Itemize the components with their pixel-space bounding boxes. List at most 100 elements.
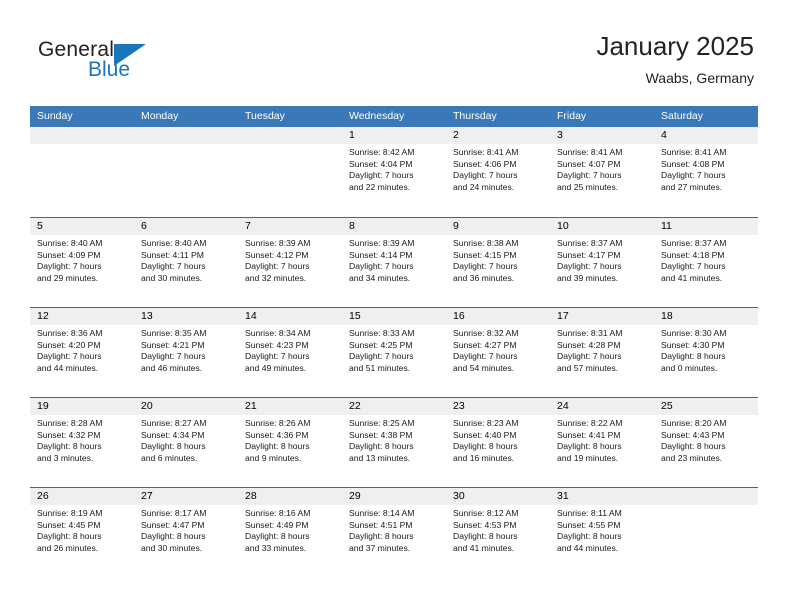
day-info-line: Sunset: 4:23 PM [245, 339, 309, 350]
calendar-day-cell-empty [134, 127, 238, 217]
weekday-header-wednesday: Wednesday [349, 110, 405, 122]
day-info-line: Sunset: 4:55 PM [557, 519, 621, 530]
calendar-day-cell[interactable]: 16 Sunrise: 8:32 AM Sunset: 4:27 PM Dayligh… [446, 308, 550, 397]
day-sun-info: Sunrise: 8:40 AM Sunset: 4:11 PM Daylight:… [134, 235, 238, 284]
day-number: 1 [342, 127, 446, 144]
calendar-day-cell[interactable]: 12 Sunrise: 8:36 AM Sunset: 4:20 PM Dayligh… [30, 308, 134, 397]
calendar-day-cell[interactable]: 27 Sunrise: 8:17 AM Sunset: 4:47 PM Dayligh… [134, 488, 238, 577]
day-info-line: Sunset: 4:53 PM [453, 519, 517, 530]
day-info-line: Sunset: 4:12 PM [245, 249, 309, 260]
day-number: 9 [446, 218, 550, 235]
calendar-day-cell[interactable]: 11 Sunrise: 8:37 AM Sunset: 4:18 PM Dayligh… [654, 218, 758, 307]
day-sun-info: Sunrise: 8:31 AM Sunset: 4:28 PM Daylight:… [550, 325, 654, 374]
day-sun-info [134, 144, 238, 147]
calendar-day-cell-empty [238, 127, 342, 217]
day-sun-info: Sunrise: 8:20 AM Sunset: 4:43 PM Daylight:… [654, 415, 758, 464]
day-sun-info: Sunrise: 8:39 AM Sunset: 4:12 PM Daylight:… [238, 235, 342, 284]
page-title: January 2025 [596, 31, 754, 61]
calendar-day-cell[interactable]: 29 Sunrise: 8:14 AM Sunset: 4:51 PM Dayligh… [342, 488, 446, 577]
day-info-line: Sunrise: 8:28 AM [37, 418, 103, 428]
calendar-day-cell[interactable]: 15 Sunrise: 8:33 AM Sunset: 4:25 PM Dayligh… [342, 308, 446, 397]
calendar-day-cell[interactable]: 8 Sunrise: 8:39 AM Sunset: 4:14 PM Daylight… [342, 218, 446, 307]
day-info-line: Sunrise: 8:36 AM [37, 328, 103, 338]
calendar-day-cell[interactable]: 31 Sunrise: 8:11 AM Sunset: 4:55 PM Dayligh… [550, 488, 654, 577]
calendar-day-cell[interactable]: 14 Sunrise: 8:34 AM Sunset: 4:23 PM Dayligh… [238, 308, 342, 397]
day-info-line: Sunrise: 8:34 AM [245, 328, 311, 338]
calendar-day-cell[interactable]: 30 Sunrise: 8:12 AM Sunset: 4:53 PM Dayligh… [446, 488, 550, 577]
calendar-day-cell[interactable]: 25 Sunrise: 8:20 AM Sunset: 4:43 PM Dayligh… [654, 398, 758, 487]
day-sun-info: Sunrise: 8:37 AM Sunset: 4:17 PM Daylight:… [550, 235, 654, 284]
day-info-line: Sunset: 4:28 PM [557, 339, 621, 350]
calendar-week-row: 12 Sunrise: 8:36 AM Sunset: 4:20 PM Dayligh… [30, 307, 758, 397]
day-info-line: and 49 minutes. [245, 362, 307, 373]
day-sun-info: Sunrise: 8:28 AM Sunset: 4:32 PM Daylight:… [30, 415, 134, 464]
day-number: 17 [550, 308, 654, 325]
day-info-line: Sunset: 4:41 PM [557, 429, 621, 440]
day-info-line: Sunrise: 8:42 AM [349, 147, 415, 157]
calendar-day-cell[interactable]: 18 Sunrise: 8:30 AM Sunset: 4:30 PM Dayligh… [654, 308, 758, 397]
day-info-line: Sunrise: 8:41 AM [453, 147, 519, 157]
calendar-day-cell[interactable]: 13 Sunrise: 8:35 AM Sunset: 4:21 PM Dayligh… [134, 308, 238, 397]
day-info-line: Daylight: 8 hours [245, 441, 310, 452]
day-info-line: Sunset: 4:06 PM [453, 158, 517, 169]
day-number: 10 [550, 218, 654, 235]
day-info-line: Sunrise: 8:11 AM [557, 508, 622, 518]
day-number: 21 [238, 398, 342, 415]
calendar-day-cell[interactable]: 9 Sunrise: 8:38 AM Sunset: 4:15 PM Daylight… [446, 218, 550, 307]
day-sun-info: Sunrise: 8:19 AM Sunset: 4:45 PM Daylight:… [30, 505, 134, 554]
day-info-line: Sunset: 4:32 PM [37, 429, 101, 440]
calendar-day-cell[interactable]: 3 Sunrise: 8:41 AM Sunset: 4:07 PM Daylight… [550, 127, 654, 217]
day-number: 6 [134, 218, 238, 235]
day-info-line: and 51 minutes. [349, 362, 411, 373]
general-blue-logo[interactable]: General Blue [38, 38, 218, 90]
calendar-day-cell[interactable]: 19 Sunrise: 8:28 AM Sunset: 4:32 PM Dayligh… [30, 398, 134, 487]
day-info-line: Sunrise: 8:37 AM [557, 238, 623, 248]
day-info-line: Sunrise: 8:14 AM [349, 508, 415, 518]
day-info-line: and 32 minutes. [245, 272, 307, 283]
calendar-day-cell[interactable]: 5 Sunrise: 8:40 AM Sunset: 4:09 PM Daylight… [30, 218, 134, 307]
day-info-line: Sunrise: 8:40 AM [141, 238, 207, 248]
day-info-line: Daylight: 7 hours [661, 261, 726, 272]
day-info-line: Sunrise: 8:33 AM [349, 328, 415, 338]
calendar-day-cell[interactable]: 2 Sunrise: 8:41 AM Sunset: 4:06 PM Daylight… [446, 127, 550, 217]
day-info-line: Sunset: 4:34 PM [141, 429, 205, 440]
day-number: 4 [654, 127, 758, 144]
day-sun-info [654, 505, 758, 508]
calendar-day-cell[interactable]: 1 Sunrise: 8:42 AM Sunset: 4:04 PM Daylight… [342, 127, 446, 217]
day-sun-info: Sunrise: 8:40 AM Sunset: 4:09 PM Daylight:… [30, 235, 134, 284]
calendar-day-cell[interactable]: 10 Sunrise: 8:37 AM Sunset: 4:17 PM Dayligh… [550, 218, 654, 307]
day-info-line: Sunrise: 8:23 AM [453, 418, 519, 428]
calendar-day-cell[interactable]: 20 Sunrise: 8:27 AM Sunset: 4:34 PM Dayligh… [134, 398, 238, 487]
day-info-line: and 46 minutes. [141, 362, 203, 373]
day-sun-info: Sunrise: 8:26 AM Sunset: 4:36 PM Daylight:… [238, 415, 342, 464]
day-info-line: Sunrise: 8:31 AM [557, 328, 623, 338]
day-info-line: and 57 minutes. [557, 362, 619, 373]
calendar-day-cell[interactable]: 4 Sunrise: 8:41 AM Sunset: 4:08 PM Daylight… [654, 127, 758, 217]
day-number: 2 [446, 127, 550, 144]
calendar-week-row: 26 Sunrise: 8:19 AM Sunset: 4:45 PM Dayligh… [30, 487, 758, 577]
calendar-day-cell-empty [654, 488, 758, 577]
calendar-day-cell[interactable]: 28 Sunrise: 8:16 AM Sunset: 4:49 PM Dayligh… [238, 488, 342, 577]
day-sun-info: Sunrise: 8:14 AM Sunset: 4:51 PM Daylight:… [342, 505, 446, 554]
calendar-day-cell[interactable]: 22 Sunrise: 8:25 AM Sunset: 4:38 PM Dayligh… [342, 398, 446, 487]
day-info-line: Daylight: 7 hours [557, 351, 622, 362]
calendar-day-cell[interactable]: 17 Sunrise: 8:31 AM Sunset: 4:28 PM Dayligh… [550, 308, 654, 397]
calendar-week-row: 19 Sunrise: 8:28 AM Sunset: 4:32 PM Dayligh… [30, 397, 758, 487]
calendar-day-cell[interactable]: 21 Sunrise: 8:26 AM Sunset: 4:36 PM Dayligh… [238, 398, 342, 487]
day-info-line: Sunrise: 8:39 AM [245, 238, 311, 248]
day-info-line: and 26 minutes. [37, 542, 99, 553]
day-info-line: Sunset: 4:20 PM [37, 339, 101, 350]
weekday-header-friday: Friday [557, 110, 587, 122]
calendar-day-cell[interactable]: 6 Sunrise: 8:40 AM Sunset: 4:11 PM Daylight… [134, 218, 238, 307]
day-info-line: Sunset: 4:38 PM [349, 429, 413, 440]
calendar-day-cell[interactable]: 24 Sunrise: 8:22 AM Sunset: 4:41 PM Dayligh… [550, 398, 654, 487]
day-number: 12 [30, 308, 134, 325]
calendar-day-cell[interactable]: 23 Sunrise: 8:23 AM Sunset: 4:40 PM Dayligh… [446, 398, 550, 487]
day-info-line: Daylight: 8 hours [349, 531, 414, 542]
day-info-line: Daylight: 7 hours [245, 351, 310, 362]
calendar-day-cell[interactable]: 7 Sunrise: 8:39 AM Sunset: 4:12 PM Daylight… [238, 218, 342, 307]
day-sun-info [30, 144, 134, 147]
day-number: 8 [342, 218, 446, 235]
day-info-line: Daylight: 7 hours [349, 170, 414, 181]
calendar-day-cell[interactable]: 26 Sunrise: 8:19 AM Sunset: 4:45 PM Dayligh… [30, 488, 134, 577]
